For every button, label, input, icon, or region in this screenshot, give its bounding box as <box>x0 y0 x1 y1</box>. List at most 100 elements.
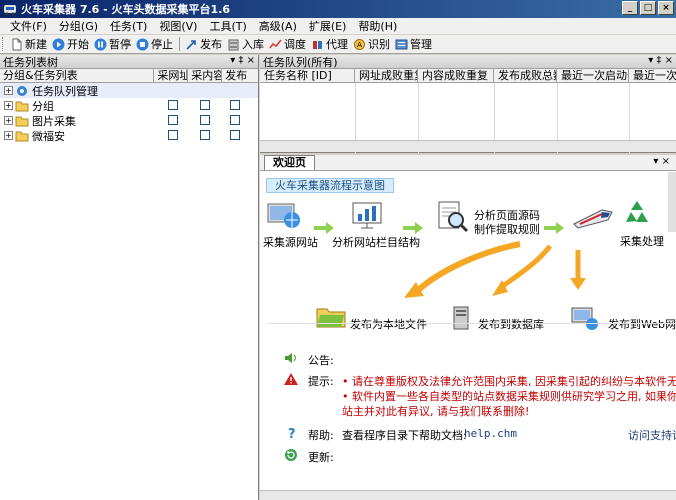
help-icon: ? <box>288 427 296 440</box>
column-header-last[interactable]: 最近一次 <box>629 69 676 82</box>
warning-icon <box>284 373 298 385</box>
tree-item-queue-manage[interactable]: + 任务队列管理 <box>0 83 258 98</box>
train-app-icon <box>4 5 16 16</box>
info-section: 公告: 提示: • 请在尊重版权及法律允许范围内采集, 因采集引起的纠纷与本软件… <box>268 323 676 473</box>
horizontal-scrollbar[interactable] <box>260 490 676 500</box>
column-header-content-result[interactable]: 内容成败重复 <box>418 69 494 82</box>
publish-checkbox[interactable] <box>230 115 240 125</box>
svg-text:?: ? <box>288 427 296 440</box>
menu-help[interactable]: 帮助(H) <box>352 18 403 34</box>
vertical-scrollbar[interactable] <box>668 172 676 232</box>
step-source-label: 采集源网站 <box>263 236 318 249</box>
collect-url-checkbox[interactable] <box>168 100 178 110</box>
recycle-icon <box>626 201 648 222</box>
column-header-last-start[interactable]: 最近一次启动于 <box>557 69 629 82</box>
menu-extend[interactable]: 扩展(E) <box>303 18 353 34</box>
menu-file[interactable]: 文件(F) <box>4 18 53 34</box>
tree-item-label: 图片采集 <box>32 114 76 128</box>
menu-bar: 文件(F) 分组(G) 任务(T) 视图(V) 工具(T) 高级(A) 扩展(E… <box>0 18 676 35</box>
recognize-icon: A <box>354 38 365 50</box>
menu-task[interactable]: 任务(T) <box>104 18 153 34</box>
pane-controls[interactable]: ▾ ‡ × <box>230 55 255 66</box>
pane-controls[interactable]: ▾ ‡ × <box>648 55 673 66</box>
menu-advanced[interactable]: 高级(A) <box>253 18 303 34</box>
stop-button[interactable]: 停止 <box>134 36 176 52</box>
schedule-button[interactable]: 调度 <box>267 36 309 52</box>
recognize-button[interactable]: A 识别 <box>351 36 393 52</box>
column-header-task-name[interactable]: 任务名称 [ID] <box>260 69 355 82</box>
publish-checkbox[interactable] <box>230 100 240 110</box>
publish-button[interactable]: 发布 <box>183 36 225 52</box>
support-forum-link[interactable]: 访问支持论 <box>628 427 676 443</box>
title-bar: 火车采集器 7.6 - 火车头数据采集平台1.6 _ □ × <box>0 0 676 18</box>
speaker-icon <box>285 353 296 363</box>
tree-item-weifuan[interactable]: + 微福安 <box>0 128 258 143</box>
tree-item-image-collect[interactable]: + 图片采集 <box>0 113 258 128</box>
expand-toggle[interactable]: + <box>4 86 13 95</box>
column-header-collect-content[interactable]: 采内容 <box>188 69 223 82</box>
menu-group[interactable]: 分组(G) <box>53 18 104 34</box>
tip-label: 提示: <box>308 375 334 388</box>
import-label: 入库 <box>242 38 264 51</box>
task-tree-header: 任务列表树 ▾ ‡ × <box>0 55 258 69</box>
import-button[interactable]: 入库 <box>225 36 267 52</box>
tab-welcome[interactable]: 欢迎页 <box>264 155 315 170</box>
manage-button[interactable]: 管理 <box>393 36 435 52</box>
tab-controls[interactable]: ▾ × <box>653 156 670 167</box>
column-header-publish-result[interactable]: 发布成败总数 <box>494 69 557 82</box>
horizontal-scrollbar[interactable] <box>260 140 676 152</box>
stop-icon <box>136 38 149 50</box>
column-header-url-result[interactable]: 网址成败重复 <box>355 69 418 82</box>
expand-toggle[interactable]: + <box>4 116 13 125</box>
tab-strip: 欢迎页 ▾ × <box>260 155 676 171</box>
svg-text:A: A <box>357 41 362 49</box>
column-header-group-task[interactable]: 分组&任务列表 <box>0 69 155 82</box>
manage-label: 管理 <box>410 38 432 51</box>
recognize-label: 识别 <box>368 38 390 51</box>
analyze-site-icon <box>352 202 382 229</box>
column-header-publish[interactable]: 发布 <box>222 69 258 82</box>
task-queue-columns: 任务名称 [ID] 网址成败重复 内容成败重复 发布成败总数 最近一次启动于 最… <box>260 69 676 83</box>
help-file-link[interactable]: help.chm <box>464 427 517 440</box>
collect-url-checkbox[interactable] <box>168 130 178 140</box>
database-icon <box>228 39 239 50</box>
notice-label: 公告: <box>308 354 334 367</box>
publish-icon <box>186 39 196 50</box>
arrow-right-icon <box>403 222 423 234</box>
task-queue-title: 任务队列(所有) <box>263 55 338 69</box>
proxy-button[interactable]: 代理 <box>309 36 351 52</box>
step-analyze-page-label-2: 制作提取规则 <box>474 223 540 236</box>
task-queue-header: 任务队列(所有) ▾ ‡ × <box>260 55 676 69</box>
maximize-button[interactable]: □ <box>640 1 656 15</box>
column-header-collect-url[interactable]: 采网址 <box>154 69 189 82</box>
menu-view[interactable]: 视图(V) <box>153 18 203 34</box>
collect-content-checkbox[interactable] <box>200 115 210 125</box>
menu-tools[interactable]: 工具(T) <box>203 18 252 34</box>
publish-checkbox[interactable] <box>230 130 240 140</box>
collect-content-checkbox[interactable] <box>200 100 210 110</box>
minimize-button[interactable]: _ <box>622 1 638 15</box>
expand-toggle[interactable]: + <box>4 131 13 140</box>
collect-url-checkbox[interactable] <box>168 115 178 125</box>
pause-button[interactable]: 暂停 <box>92 36 134 52</box>
collect-content-checkbox[interactable] <box>200 130 210 140</box>
arrow-right-icon <box>544 222 564 234</box>
tree-item-label: 任务队列管理 <box>32 84 98 98</box>
tree-item-group[interactable]: + 分组 <box>0 98 258 113</box>
folder-icon <box>15 116 29 126</box>
help-text: 查看程序目录下帮助文档: <box>342 429 467 442</box>
manage-icon <box>395 39 408 49</box>
start-button[interactable]: 开始 <box>50 36 92 52</box>
expand-toggle[interactable]: + <box>4 101 13 110</box>
toolbar-grip[interactable] <box>2 37 5 51</box>
new-button[interactable]: 新建 <box>8 36 50 52</box>
close-button[interactable]: × <box>658 1 674 15</box>
proxy-icon <box>313 40 322 49</box>
toolbar: 新建 开始 暂停 停止 发布 入库 调度 代理 A 识别 管理 <box>0 35 676 54</box>
folder-icon <box>15 131 29 141</box>
source-website-icon <box>267 203 300 228</box>
step-process-label: 采集处理 <box>620 235 664 248</box>
stop-label: 停止 <box>151 38 173 51</box>
arrow-right-icon <box>314 222 334 234</box>
tree-item-label: 分组 <box>32 99 54 113</box>
